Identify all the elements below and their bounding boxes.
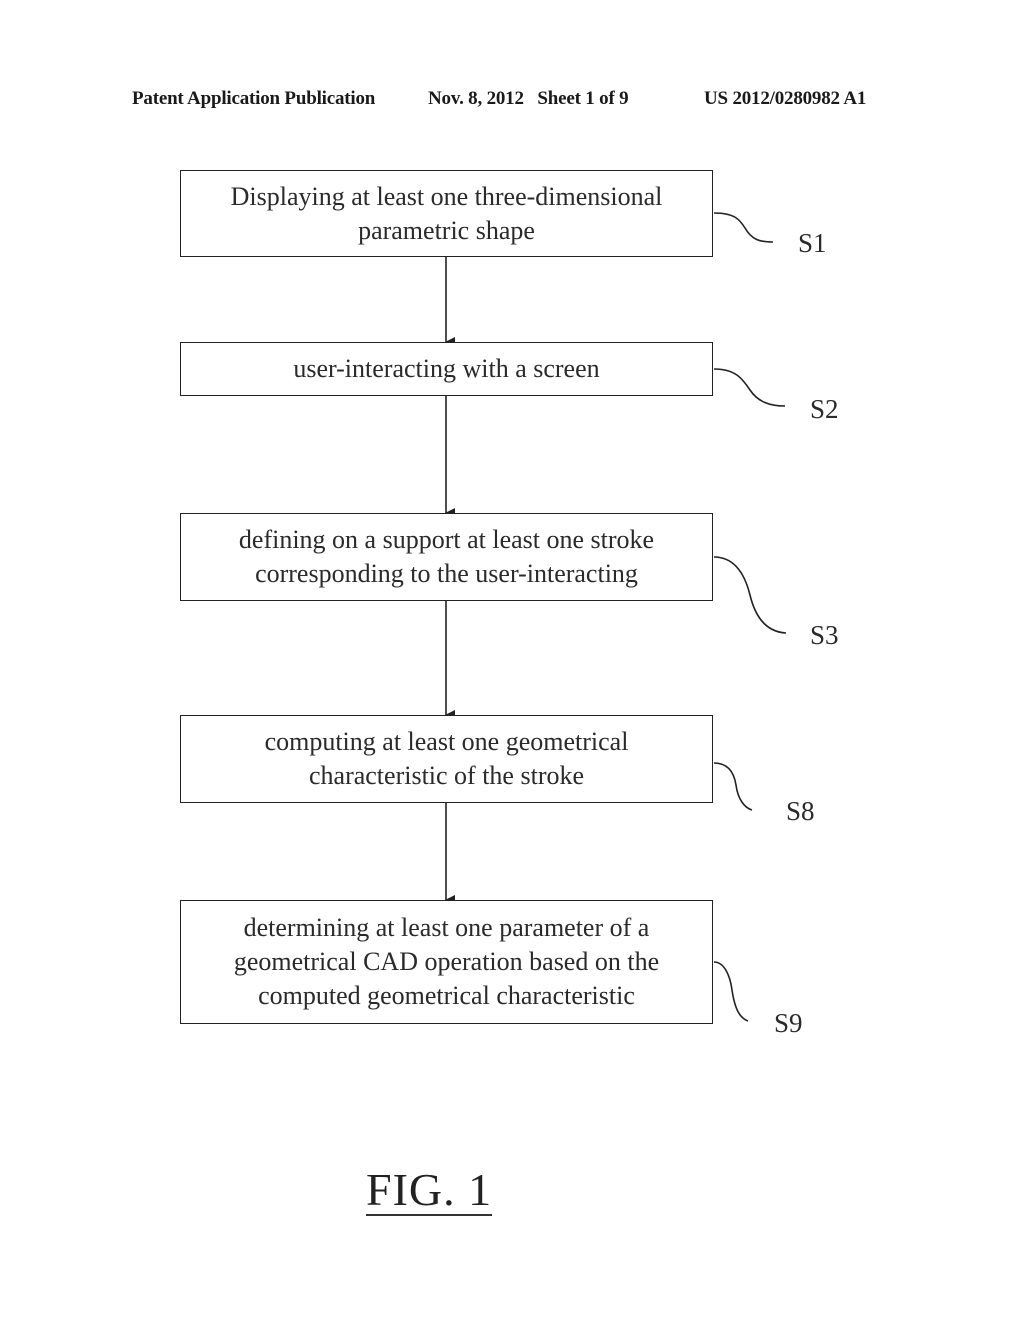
step-text: geometrical CAD operation based on the: [233, 947, 660, 976]
step-text: computed geometrical characteristic: [258, 981, 635, 1010]
step-label-s1: S1: [798, 228, 827, 258]
figure-label: FIG. 1: [366, 1164, 493, 1216]
step-text: user-interacting with a screen: [293, 354, 600, 383]
leader-s3: [713, 556, 787, 634]
step-box-s9: determining at least one parameter of a g…: [180, 900, 713, 1024]
leader-s8: [713, 762, 753, 811]
step-text: parametric shape: [358, 215, 535, 245]
step-box-s3: defining on a support at least one strok…: [180, 513, 713, 601]
step-text: Displaying at least one three-dimensiona…: [230, 181, 663, 211]
step-label-s9: S9: [774, 1008, 803, 1038]
step-text: computing at least one geometrical: [264, 727, 629, 756]
step-label-s2: S2: [810, 394, 839, 424]
step-box-s1: Displaying at least one three-dimensiona…: [180, 170, 713, 257]
step-box-s2: user-interacting with a screen: [180, 342, 713, 396]
step-label-s3: S3: [810, 620, 839, 650]
leader-s1: [713, 212, 774, 243]
step-text: defining on a support at least one strok…: [238, 525, 655, 554]
step-label-s8: S8: [786, 796, 815, 826]
leader-s9: [713, 961, 749, 1022]
step-text: corresponding to the user-interacting: [255, 559, 638, 588]
step-text: characteristic of the stroke: [308, 761, 585, 790]
leader-s2: [713, 368, 786, 407]
step-box-s8: computing at least one geometrical charac…: [180, 715, 713, 803]
step-text: determining at least one parameter of a: [243, 913, 650, 942]
